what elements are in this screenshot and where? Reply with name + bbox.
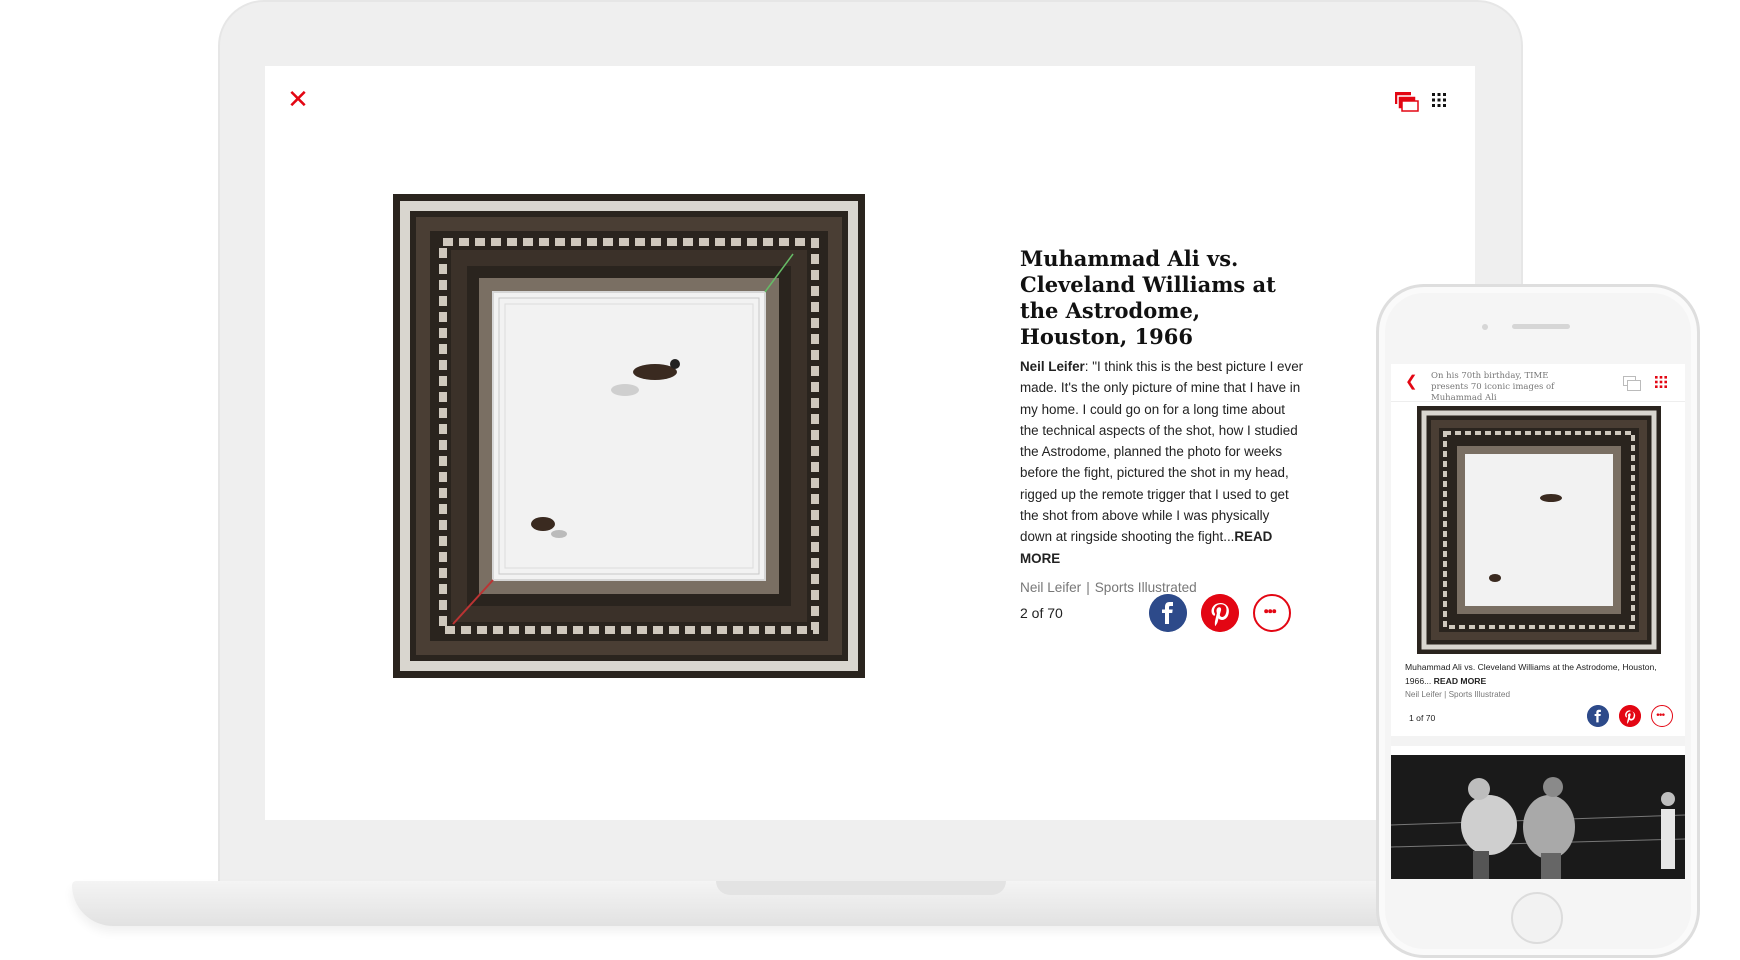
phone-next-photo <box>1391 755 1685 879</box>
caption-text: : "I think this is the best picture I ev… <box>1020 359 1304 545</box>
phone-slide-counter: 1 of 70 <box>1409 713 1436 723</box>
pinterest-icon[interactable] <box>1619 705 1641 727</box>
phone-credit: Neil Leifer | Sports Illustrated <box>1405 690 1510 699</box>
more-icon[interactable] <box>1253 594 1291 632</box>
phone-credit-photographer: Neil Leifer <box>1405 690 1442 699</box>
photo-title: Muhammad Ali vs. Cleveland Williams at t… <box>1020 246 1276 349</box>
credit-source: Sports Illustrated <box>1094 579 1197 595</box>
laptop-notch <box>716 881 1006 895</box>
credit-separator: | <box>1086 579 1090 595</box>
phone-screen: ❮ On his 70th birthday, TIME presents 70… <box>1391 364 1685 879</box>
slide-counter: 2 of 70 <box>1020 605 1063 621</box>
close-icon[interactable]: ✕ <box>287 86 309 112</box>
pinterest-icon[interactable] <box>1201 594 1239 632</box>
caption-author: Neil Leifer <box>1020 359 1085 374</box>
slides-view-icon[interactable] <box>1395 92 1419 112</box>
phone-headline: On his 70th birthday, TIME presents 70 i… <box>1431 371 1555 403</box>
photo-caption: Muhammad Ali vs. Cleveland Williams at t… <box>1020 246 1305 595</box>
grid-view-icon[interactable] <box>1655 376 1667 388</box>
photo-credit: Neil Leifer | Sports Illustrated <box>1020 580 1305 595</box>
phone-main-photo <box>1417 406 1661 654</box>
main-photo <box>393 194 865 678</box>
phone-read-more-link[interactable]: READ MORE <box>1434 676 1487 686</box>
slides-view-icon[interactable] <box>1623 376 1641 391</box>
facebook-icon[interactable] <box>1149 594 1187 632</box>
phone-credit-source: Sports Illustrated <box>1448 690 1511 699</box>
phone-header: ❮ On his 70th birthday, TIME presents 70… <box>1391 364 1685 403</box>
phone-home-button[interactable] <box>1511 892 1563 944</box>
phone-speaker <box>1512 324 1570 329</box>
laptop-screen: ✕ Muhammad Ali vs. Cleveland Williams at… <box>265 66 1475 820</box>
phone-credit-separator: | <box>1444 690 1447 699</box>
grid-view-icon[interactable] <box>1432 93 1446 107</box>
more-icon[interactable] <box>1651 705 1673 727</box>
back-chevron-icon[interactable]: ❮ <box>1405 374 1419 389</box>
facebook-icon[interactable] <box>1587 705 1609 727</box>
share-row: 2 of 70 <box>1020 594 1320 634</box>
device-mockup-scene: ✕ Muhammad Ali vs. Cleveland Williams at… <box>0 0 1740 960</box>
caption-body: Neil Leifer: "I think this is the best p… <box>1020 356 1305 569</box>
phone-camera <box>1482 324 1488 330</box>
phone-caption: Muhammad Ali vs. Cleveland Williams at t… <box>1405 660 1673 688</box>
phone-divider <box>1391 736 1685 746</box>
credit-photographer: Neil Leifer <box>1020 579 1082 595</box>
